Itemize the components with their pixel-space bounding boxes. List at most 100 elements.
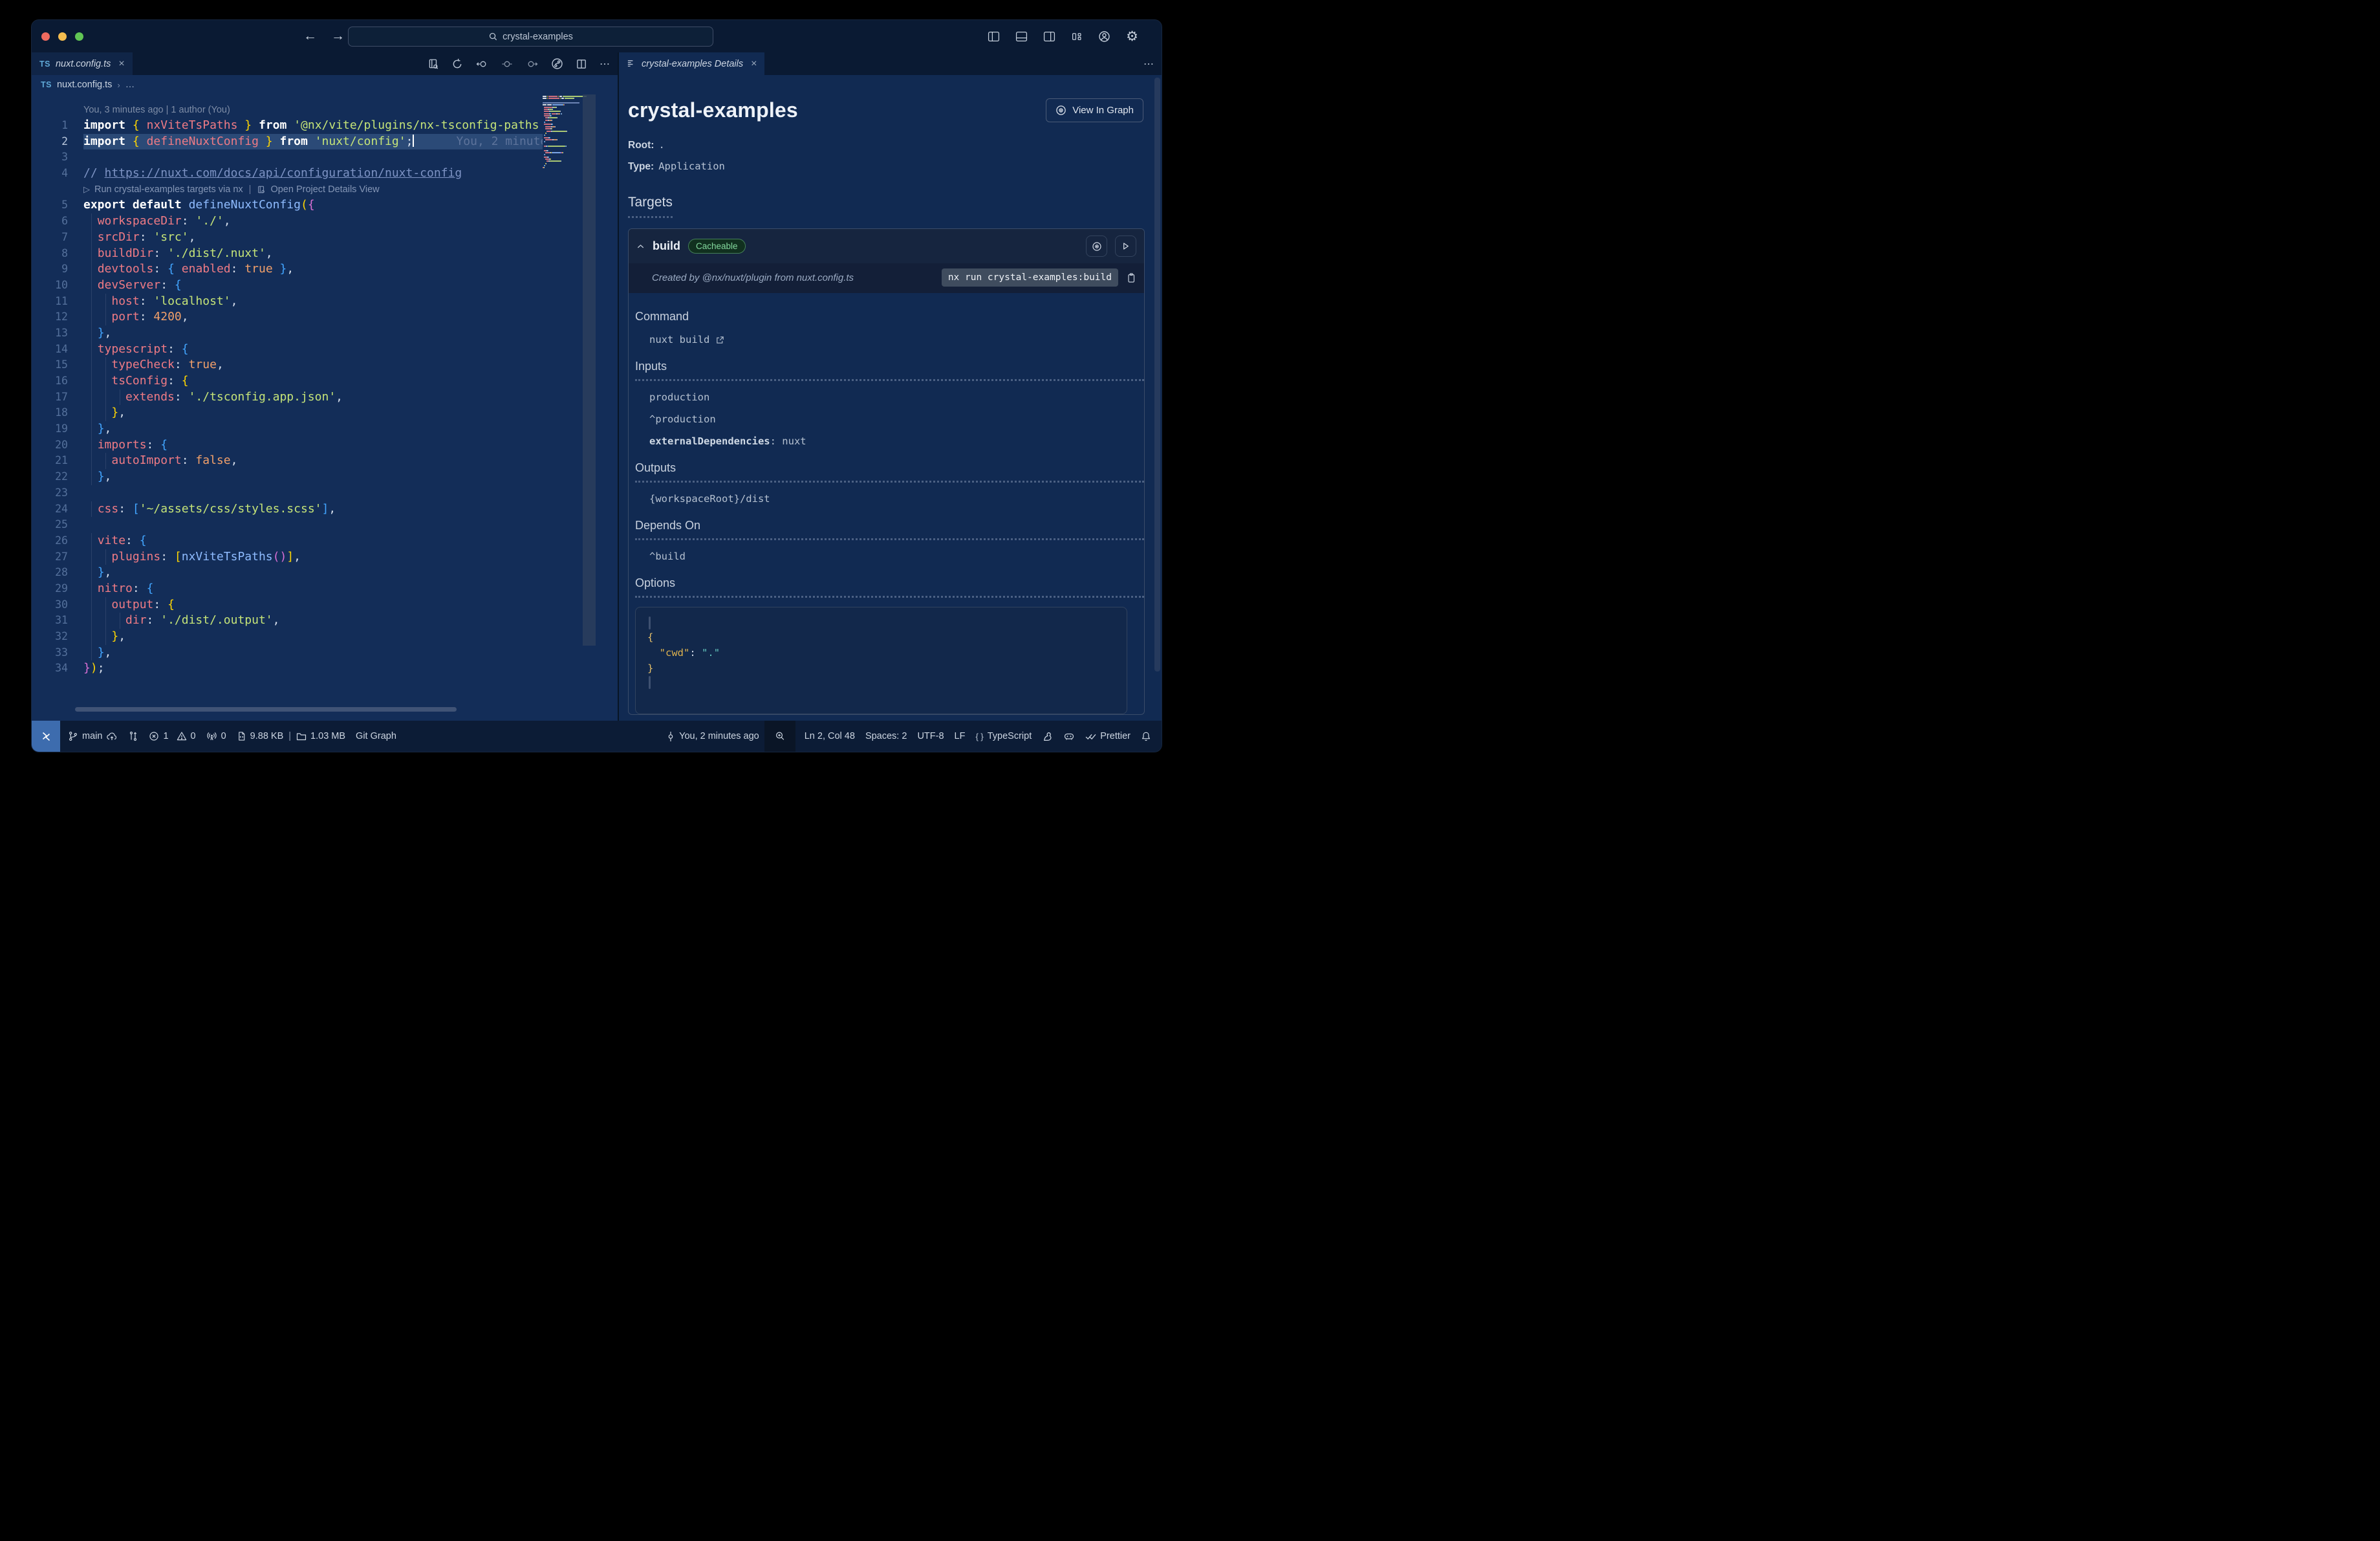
remote-indicator[interactable]: [32, 721, 60, 752]
minimize-window-button[interactable]: [58, 32, 67, 41]
zoom-item[interactable]: [764, 721, 795, 752]
indentation-item[interactable]: Spaces: 2: [860, 721, 913, 752]
type-row: Type: Application: [628, 160, 1162, 173]
customize-layout-icon[interactable]: [1071, 31, 1083, 42]
typescript-file-icon: TS: [39, 59, 50, 69]
title-bar: ← → crystal-examples ⚙: [32, 20, 1162, 52]
command-value: nuxt build: [649, 334, 1144, 345]
inputs-heading: Inputs: [635, 360, 1144, 381]
error-count: 1: [163, 731, 169, 741]
line-number: 16: [55, 375, 68, 387]
refresh-icon[interactable]: [451, 58, 463, 70]
toggle-secondary-sidebar-icon[interactable]: [1043, 31, 1055, 42]
file-size: 9.88 KB: [250, 731, 284, 741]
compare-changes-item[interactable]: [123, 721, 144, 752]
language-mode-item[interactable]: { } TypeScript: [970, 721, 1037, 752]
previous-change-icon[interactable]: [475, 59, 488, 69]
code-line: 8 buildDir: './dist/.nuxt',: [32, 245, 618, 262]
options-json-viewer[interactable]: { "cwd": "." }: [635, 607, 1127, 714]
formatter-item[interactable]: Prettier: [1080, 721, 1136, 752]
file-size-item[interactable]: 9.88 KB | 1.03 MB: [232, 721, 351, 752]
external-link-icon[interactable]: [715, 335, 725, 345]
split-editor-icon[interactable]: [576, 58, 587, 70]
notifications-item[interactable]: [1136, 721, 1162, 752]
line-number: 33: [55, 646, 68, 659]
target-header[interactable]: build Cacheable: [629, 229, 1144, 263]
panel-scrollbar[interactable]: [1154, 78, 1160, 672]
depends-on-heading: Depends On: [635, 519, 1144, 540]
breadcrumb-symbol[interactable]: …: [125, 80, 135, 90]
code-line: 28 },: [32, 565, 618, 581]
toggle-primary-sidebar-icon[interactable]: [988, 31, 1000, 42]
tab-close-icon[interactable]: ×: [751, 58, 757, 70]
code-line: 11 host: 'localhost',: [32, 293, 618, 310]
traffic-lights: [41, 32, 83, 41]
code-line: 14 typescript: {: [32, 341, 618, 358]
code-line: 32 },: [32, 629, 618, 645]
toggle-panel-icon[interactable]: [1015, 31, 1028, 42]
cursor-position-item[interactable]: Ln 2, Col 48: [799, 721, 860, 752]
open-preview-icon[interactable]: [427, 58, 439, 70]
ports-item[interactable]: 0: [201, 721, 232, 752]
vertical-scrollbar[interactable]: [583, 94, 596, 646]
line-number: 17: [55, 390, 68, 403]
encoding-item[interactable]: UTF-8: [912, 721, 949, 752]
tab-close-icon[interactable]: ×: [118, 58, 124, 70]
copy-icon[interactable]: [1126, 272, 1136, 283]
eol-item[interactable]: LF: [949, 721, 971, 752]
line-number: 29: [55, 582, 68, 595]
close-window-button[interactable]: [41, 32, 50, 41]
open-details-icon: [257, 185, 266, 194]
git-graph-view-icon[interactable]: [551, 58, 563, 70]
problems-item[interactable]: 1 0: [144, 721, 200, 752]
horizontal-scrollbar[interactable]: [75, 707, 457, 712]
chevron-up-icon[interactable]: [636, 243, 645, 250]
codelens-open-link[interactable]: Open Project Details View: [270, 184, 379, 195]
current-change-icon[interactable]: [501, 59, 514, 69]
tab-project-details[interactable]: crystal-examples Details ×: [619, 52, 765, 75]
breadcrumb-file[interactable]: nuxt.config.ts: [57, 80, 112, 90]
file-icon: [237, 731, 246, 741]
line-number: 5: [61, 199, 68, 212]
run-command-chip[interactable]: nx run crystal-examples:build: [941, 268, 1118, 287]
account-icon[interactable]: [1098, 30, 1110, 43]
history-back-button[interactable]: ←: [303, 20, 317, 52]
maximize-window-button[interactable]: [75, 32, 83, 41]
cloud-upload-icon: [106, 731, 118, 741]
codelens-row: ▷ Run crystal-examples targets via nx | Ope…: [83, 184, 380, 195]
more-actions-icon[interactable]: ⋯: [600, 58, 611, 71]
code-line: 4// https://nuxt.com/docs/api/configurat…: [32, 166, 618, 182]
tab-nuxt-config[interactable]: TS nuxt.config.ts ×: [32, 52, 133, 75]
compare-changes-icon: [128, 731, 138, 741]
created-by-text: Created by @nx/nuxt/plugin from nuxt.con…: [652, 272, 854, 283]
settings-gear-icon[interactable]: ⚙: [1126, 28, 1138, 45]
type-value: Application: [658, 160, 725, 172]
command-heading: Command: [635, 310, 689, 323]
codelens-run-link[interactable]: Run crystal-examples targets via nx: [94, 184, 243, 195]
git-graph-item[interactable]: Git Graph: [351, 721, 402, 752]
view-in-graph-button[interactable]: View In Graph: [1046, 98, 1143, 122]
history-forward-button[interactable]: →: [331, 20, 345, 52]
braces-icon: { }: [975, 731, 984, 741]
git-branch-item[interactable]: main: [63, 721, 123, 752]
typescript-file-icon: TS: [41, 80, 52, 89]
code-line: 13 },: [32, 325, 618, 342]
line-col-label: Ln 2, Col 48: [804, 731, 855, 741]
code-editor[interactable]: You, 3 minutes ago | 1 author (You) 1 impo…: [32, 94, 618, 721]
next-change-icon[interactable]: [526, 59, 539, 69]
more-actions-icon[interactable]: ⋯: [1143, 58, 1155, 71]
input-item: production: [649, 391, 710, 403]
blame-item[interactable]: You, 2 minutes ago: [661, 721, 764, 752]
squirrel-item[interactable]: [1037, 721, 1058, 752]
view-target-in-graph-button[interactable]: [1086, 235, 1107, 257]
line-number: 6: [61, 215, 68, 228]
breadcrumb[interactable]: TS nuxt.config.ts › …: [32, 75, 618, 94]
magnifier-plus-icon: [775, 731, 785, 741]
run-target-button[interactable]: [1115, 235, 1136, 257]
copilot-item[interactable]: [1058, 721, 1080, 752]
input-item: externalDependencies: nuxt: [649, 435, 806, 447]
minimap[interactable]: [543, 96, 587, 169]
code-line: 23: [32, 485, 618, 501]
command-center-search[interactable]: crystal-examples: [348, 27, 713, 47]
depends-item: ^build: [649, 551, 686, 562]
